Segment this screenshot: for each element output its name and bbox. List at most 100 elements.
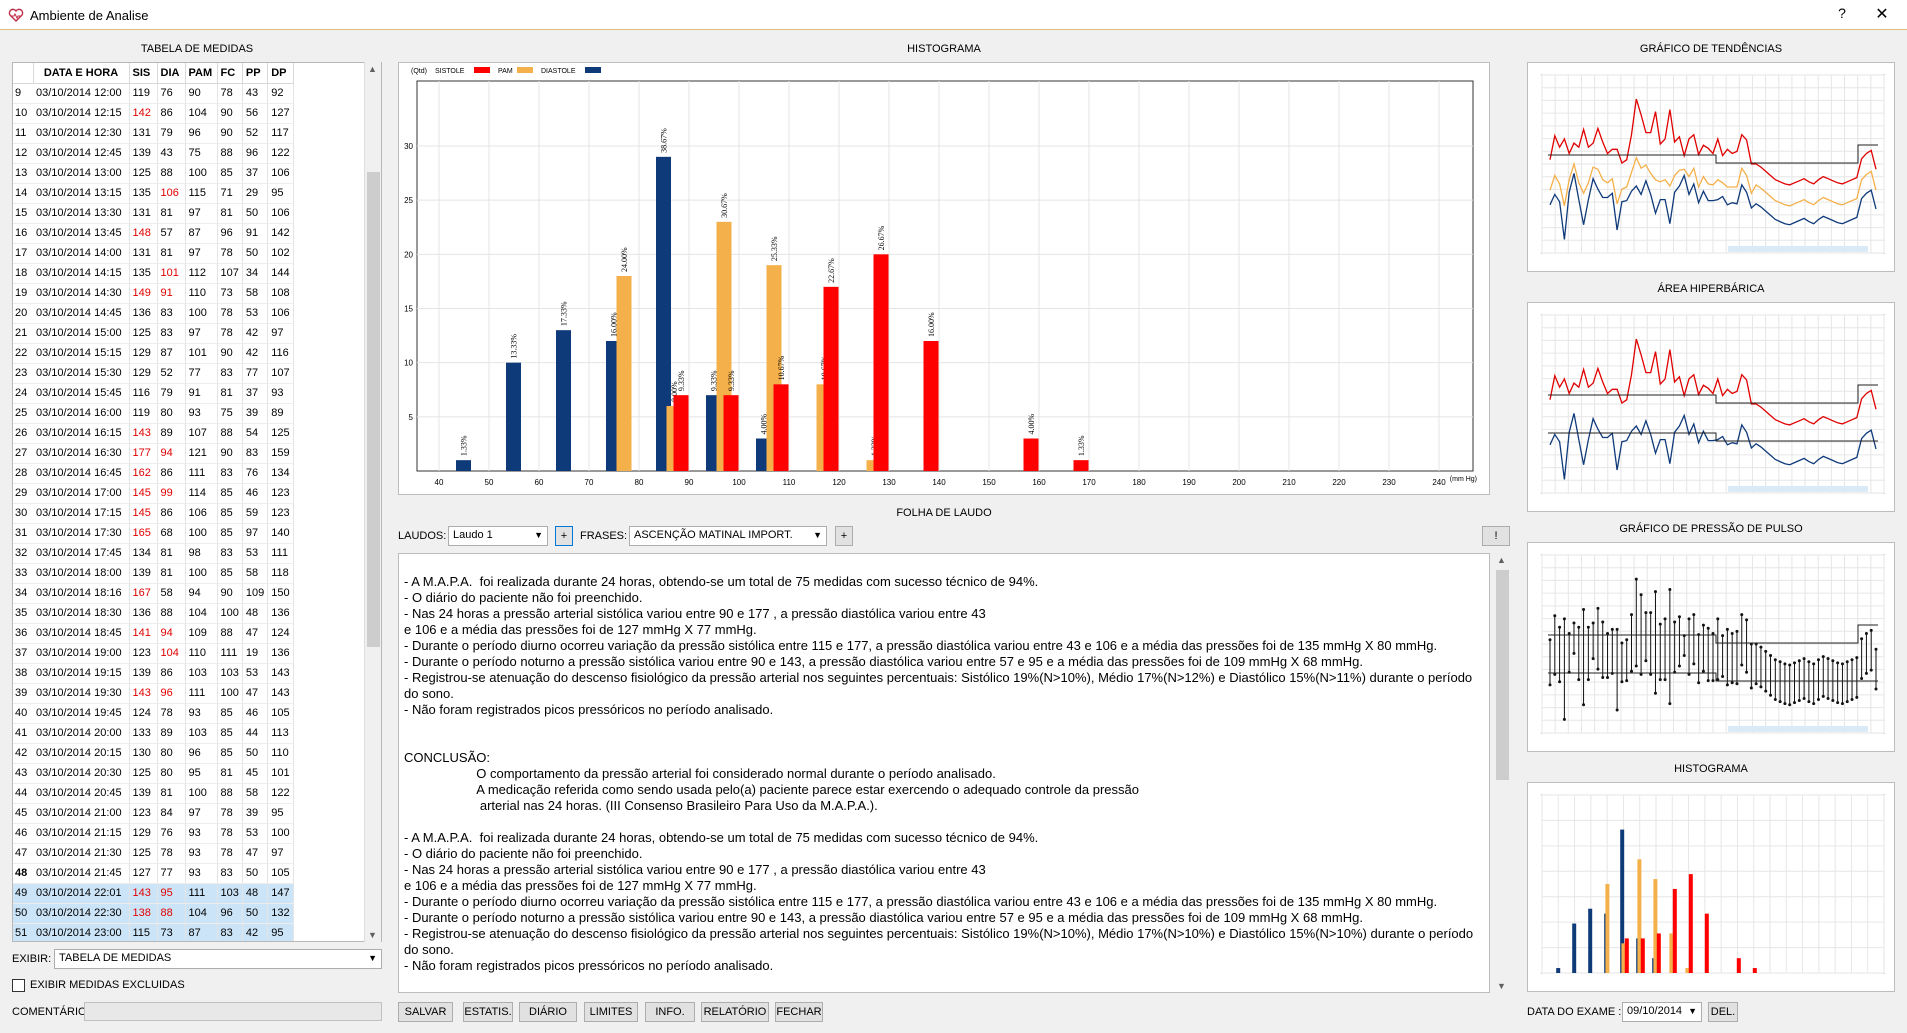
cell-sis: 145: [129, 483, 158, 504]
table-row[interactable]: 18 03/10/2014 14:15 135 101 112 107 34 144: [13, 263, 294, 284]
table-row[interactable]: 14 03/10/2014 13:15 135 106 115 71 29 95: [13, 183, 294, 204]
table-row[interactable]: 47 03/10/2014 21:30 125 78 93 78 47 97: [13, 843, 294, 864]
add-laudo-button[interactable]: +: [555, 526, 573, 546]
trend-chart[interactable]: [1527, 62, 1895, 272]
table-row[interactable]: 12 03/10/2014 12:45 139 43 75 88 96 122: [13, 143, 294, 164]
column-header[interactable]: FC: [217, 63, 243, 84]
column-header[interactable]: PP: [242, 63, 269, 84]
table-row[interactable]: 21 03/10/2014 15:00 125 83 97 78 42 97: [13, 323, 294, 344]
scroll-thumb[interactable]: [1496, 570, 1509, 780]
table-row[interactable]: 31 03/10/2014 17:30 165 68 100 85 97 140: [13, 523, 294, 544]
del-button[interactable]: DEL.: [1708, 1002, 1738, 1022]
alert-button[interactable]: !: [1482, 526, 1510, 546]
table-row[interactable]: 27 03/10/2014 16:30 177 94 121 90 83 159: [13, 443, 294, 464]
table-row[interactable]: 23 03/10/2014 15:30 129 52 77 83 77 107: [13, 363, 294, 384]
exibir-select[interactable]: TABELA DE MEDIDAS ▼: [54, 949, 382, 969]
table-row[interactable]: 34 03/10/2014 18:16 167 58 94 90 109 150: [13, 583, 294, 604]
pulse-chart[interactable]: [1527, 542, 1895, 752]
table-row[interactable]: 20 03/10/2014 14:45 136 83 100 78 53 106: [13, 303, 294, 324]
mini-histogram-chart[interactable]: [1527, 782, 1895, 992]
table-row[interactable]: 41 03/10/2014 20:00 133 89 103 85 44 113: [13, 723, 294, 744]
table-row[interactable]: 30 03/10/2014 17:15 145 86 106 85 59 123: [13, 503, 294, 524]
pulse-point: [1869, 668, 1873, 672]
table-row[interactable]: 44 03/10/2014 20:45 139 81 100 88 58 122: [13, 783, 294, 804]
table-row[interactable]: 38 03/10/2014 19:15 139 86 103 103 53 143: [13, 663, 294, 684]
cell-fc: 83: [217, 463, 243, 484]
bar-label: 10.67%: [777, 355, 786, 380]
area-chart[interactable]: [1527, 302, 1895, 512]
help-button[interactable]: ?: [1832, 5, 1852, 21]
button-3[interactable]: LIMITES: [584, 1002, 638, 1022]
trend-chart-svg: [1541, 74, 1885, 254]
x-tick-label: 110: [783, 478, 796, 487]
table-row[interactable]: 22 03/10/2014 15:15 129 87 101 90 42 116: [13, 343, 294, 364]
table-row[interactable]: 19 03/10/2014 14:30 149 91 110 73 58 108: [13, 283, 294, 304]
cell-pp: 42: [242, 923, 269, 941]
table-row[interactable]: 29 03/10/2014 17:00 145 99 114 85 46 123: [13, 483, 294, 504]
laudo-scrollbar[interactable]: ▲ ▼: [1493, 553, 1511, 993]
table-row[interactable]: 37 03/10/2014 19:00 123 104 110 111 19 136: [13, 643, 294, 664]
cell-dia: 88: [157, 903, 186, 924]
table-scrollbar[interactable]: ▲ ▼: [364, 62, 381, 942]
close-button[interactable]: ✕: [1870, 4, 1894, 24]
exam-date-select[interactable]: 09/10/2014 ▼: [1622, 1002, 1702, 1022]
scroll-up-icon[interactable]: ▲: [1497, 555, 1506, 565]
table-row[interactable]: 13 03/10/2014 13:00 125 88 100 85 37 106: [13, 163, 294, 184]
excluded-checkbox[interactable]: [12, 979, 25, 992]
table-row[interactable]: 10 03/10/2014 12:15 142 86 104 90 56 127: [13, 103, 294, 124]
button-0[interactable]: SALVAR: [398, 1002, 453, 1022]
table-row[interactable]: 45 03/10/2014 21:00 123 84 97 78 39 95: [13, 803, 294, 824]
column-header[interactable]: PAM: [185, 63, 218, 84]
scroll-up-icon[interactable]: ▲: [368, 64, 377, 74]
table-row[interactable]: 46 03/10/2014 21:15 129 76 93 78 53 100: [13, 823, 294, 844]
pulse-point: [1745, 618, 1749, 622]
table-row[interactable]: 25 03/10/2014 16:00 119 80 93 75 39 89: [13, 403, 294, 424]
table-row[interactable]: 17 03/10/2014 14:00 131 81 97 78 50 102: [13, 243, 294, 264]
table-row[interactable]: 15 03/10/2014 13:30 131 81 97 81 50 106: [13, 203, 294, 224]
button-2[interactable]: DIÁRIO: [519, 1002, 577, 1022]
table-row[interactable]: 16 03/10/2014 13:45 148 57 87 96 91 142: [13, 223, 294, 244]
column-header[interactable]: DIA: [157, 63, 186, 84]
table-row[interactable]: 49 03/10/2014 22:01 143 95 111 103 48 147: [13, 883, 294, 904]
laudos-select[interactable]: Laudo 1 ▼: [448, 526, 548, 546]
table-row[interactable]: 51 03/10/2014 23:00 115 73 87 83 42 95: [13, 923, 294, 941]
table-row[interactable]: 9 03/10/2014 12:00 119 76 90 78 43 92: [13, 83, 294, 104]
scroll-down-icon[interactable]: ▼: [1497, 981, 1506, 991]
pulse-point: [1778, 660, 1782, 664]
row-number: 47: [13, 843, 33, 864]
table-row[interactable]: 48 03/10/2014 21:45 127 77 93 83 50 105: [13, 863, 294, 884]
cell-dp: 100: [267, 823, 294, 844]
button-1[interactable]: ESTATIS.: [463, 1002, 513, 1022]
table-row[interactable]: 35 03/10/2014 18:30 136 88 104 100 48 136: [13, 603, 294, 624]
table-row[interactable]: 40 03/10/2014 19:45 124 78 93 85 46 105: [13, 703, 294, 724]
plot-area: [416, 80, 1474, 472]
add-frase-button[interactable]: +: [835, 526, 853, 546]
table-row[interactable]: 39 03/10/2014 19:30 143 96 111 100 47 143: [13, 683, 294, 704]
pulse-point: [1692, 662, 1696, 666]
column-header[interactable]: DP: [267, 63, 294, 84]
x-tick-label: 40: [435, 478, 444, 487]
table-row[interactable]: 24 03/10/2014 15:45 116 79 91 81 37 93: [13, 383, 294, 404]
column-header[interactable]: SIS: [129, 63, 158, 84]
laudo-textarea[interactable]: - A M.A.P.A. foi realizada durante 24 ho…: [398, 553, 1490, 993]
cell-dp: 123: [267, 503, 294, 524]
table-row[interactable]: 28 03/10/2014 16:45 162 86 111 83 76 134: [13, 463, 294, 484]
table-row[interactable]: 42 03/10/2014 20:15 130 80 96 85 50 110: [13, 743, 294, 764]
table-row[interactable]: 36 03/10/2014 18:45 141 94 109 88 47 124: [13, 623, 294, 644]
scroll-down-icon[interactable]: ▼: [368, 930, 377, 940]
button-5[interactable]: RELATÓRIO: [701, 1002, 769, 1022]
cell-dp: 105: [267, 863, 294, 884]
table-row[interactable]: 43 03/10/2014 20:30 125 80 95 81 45 101: [13, 763, 294, 784]
frases-select[interactable]: ASCENÇÃO MATINAL IMPORT. ▼: [629, 526, 827, 546]
table-row[interactable]: 11 03/10/2014 12:30 131 79 96 90 52 117: [13, 123, 294, 144]
pulse-point: [1562, 717, 1566, 721]
table-row[interactable]: 50 03/10/2014 22:30 138 88 104 96 50 132: [13, 903, 294, 924]
table-row[interactable]: 26 03/10/2014 16:15 143 89 107 88 54 125: [13, 423, 294, 444]
table-row[interactable]: 32 03/10/2014 17:45 134 81 98 83 53 111: [13, 543, 294, 564]
button-4[interactable]: INFO.: [645, 1002, 695, 1022]
comment-field[interactable]: [84, 1002, 382, 1021]
table-row[interactable]: 33 03/10/2014 18:00 139 81 100 85 58 118: [13, 563, 294, 584]
column-header[interactable]: DATA E HORA: [33, 63, 130, 84]
button-6[interactable]: FECHAR: [775, 1002, 823, 1022]
scroll-thumb[interactable]: [367, 172, 380, 647]
